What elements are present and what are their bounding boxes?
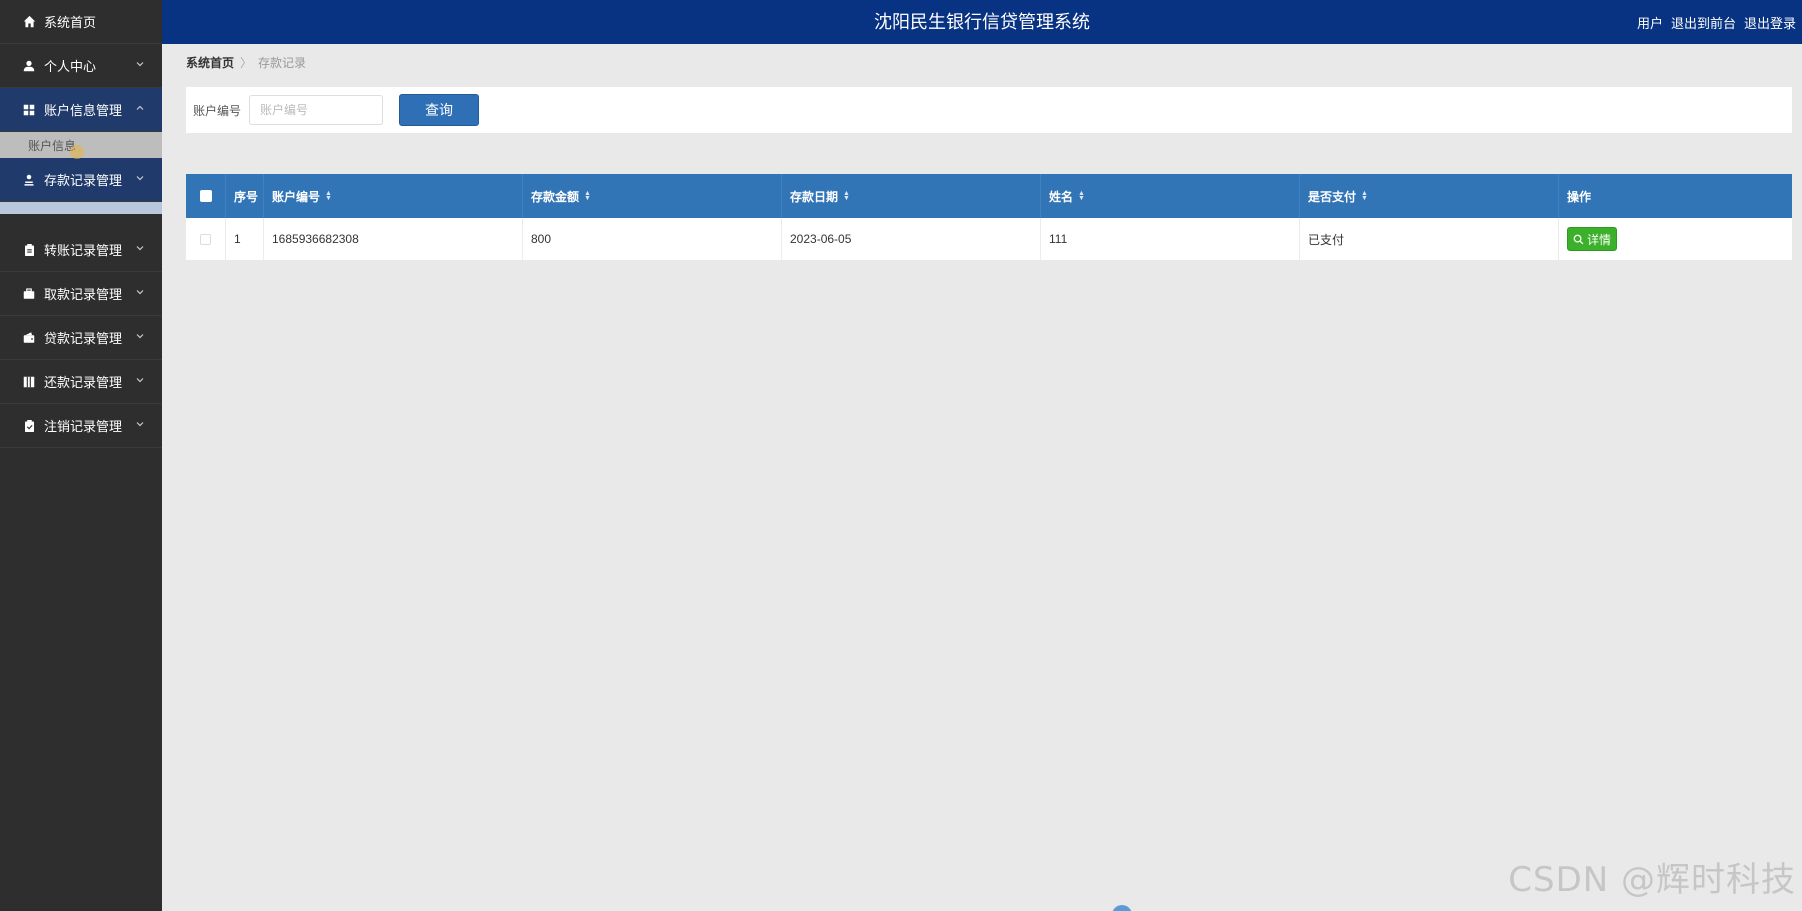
chevron-down-icon [136, 334, 144, 339]
sidebar-item-label: 账户信息管理 [44, 103, 123, 118]
clipboard-check-icon [22, 419, 36, 433]
sidebar-item-deposit-records[interactable]: 存款记录管理 [0, 158, 162, 202]
sidebar-item-label: 注销记录管理 [44, 419, 123, 434]
sidebar-item-label: 个人中心 [44, 59, 97, 74]
breadcrumb: 系统首页 〉 存款记录 [186, 54, 306, 71]
select-all-cell [186, 174, 226, 218]
column-header-amount[interactable]: 存款金额 ▲ ▼ [523, 174, 782, 218]
breadcrumb-home[interactable]: 系统首页 [186, 54, 234, 71]
sidebar-item-account-info[interactable]: 账户信息管理 [0, 88, 162, 132]
sidebar-item-cancellation-records[interactable]: 注销记录管理 [0, 404, 162, 448]
column-header-label: 是否支付 [1308, 189, 1357, 204]
chevron-down-icon [136, 422, 144, 427]
submenu-item-label: 账户信息 [28, 138, 77, 153]
query-button[interactable]: 查询 [399, 94, 480, 126]
cell-paid: 已支付 [1300, 218, 1559, 260]
detail-button[interactable]: 详情 [1567, 227, 1617, 251]
sidebar-item-transfer-records[interactable]: 转账记录管理 [0, 228, 162, 272]
breadcrumb-separator: 〉 [240, 56, 253, 70]
user-upload-icon [22, 173, 36, 187]
chevron-down-icon [136, 62, 144, 67]
sidebar-item-label: 存款记录管理 [44, 173, 123, 188]
scroll-indicator[interactable] [1112, 905, 1132, 911]
chevron-down-icon [136, 378, 144, 383]
mouse-cursor-indicator [70, 145, 84, 159]
deposit-records-table: 序号 账户编号 ▲ ▼ 存款金额 ▲ ▼ 存款日期 ▲ ▼ 姓名 ▲ ▼ 是否支付 ▲ ▼… [186, 174, 1792, 260]
user-icon [22, 59, 36, 73]
column-header-label: 账户编号 [272, 189, 321, 204]
sidebar-item-label: 转账记录管理 [44, 243, 123, 258]
table-header: 序号 账户编号 ▲ ▼ 存款金额 ▲ ▼ 存款日期 ▲ ▼ 姓名 ▲ ▼ 是否支付 ▲ ▼… [186, 174, 1792, 218]
column-header-label: 存款日期 [790, 189, 839, 204]
account-number-input[interactable] [249, 95, 384, 125]
chevron-down-icon [136, 290, 144, 295]
detail-button-label: 详情 [1586, 232, 1611, 247]
column-header-paid[interactable]: 是否支付 ▲ ▼ [1300, 174, 1559, 218]
column-header-account[interactable]: 账户编号 ▲ ▼ [264, 174, 523, 218]
clipboard-icon [22, 243, 36, 257]
chevron-up-icon [136, 105, 144, 110]
select-all-checkbox[interactable] [199, 190, 212, 202]
cell-index: 1 [226, 218, 264, 260]
header-links: 用户 退出到前台 退出登录 [1637, 0, 1802, 44]
submenu-collapsed-bar [0, 202, 162, 214]
sidebar-item-loan-records[interactable]: 贷款记录管理 [0, 316, 162, 360]
home-icon [22, 15, 36, 29]
cell-amount: 800 [523, 218, 782, 260]
search-panel: 账户编号 查询 [186, 87, 1792, 133]
breadcrumb-current: 存款记录 [258, 56, 307, 70]
wallet-icon [22, 331, 36, 345]
sort-icon[interactable]: ▲ ▼ [584, 190, 591, 202]
grid-icon [22, 103, 36, 117]
row-checkbox[interactable] [200, 233, 211, 245]
header-link-logout[interactable]: 退出登录 [1744, 13, 1796, 32]
column-header-label: 姓名 [1049, 189, 1074, 204]
sidebar-item-repayment-records[interactable]: 还款记录管理 [0, 360, 162, 404]
app-title: 沈阳民生银行信贷管理系统 [874, 12, 1090, 32]
column-header-date[interactable]: 存款日期 ▲ ▼ [782, 174, 1041, 218]
column-header-name[interactable]: 姓名 ▲ ▼ [1041, 174, 1300, 218]
book-icon [22, 375, 36, 389]
column-header-label: 存款金额 [531, 189, 580, 204]
sidebar: 系统首页 个人中心 账户信息管理 账户信息 存款记录管理 转账记录管理 取款记录… [0, 0, 162, 911]
chevron-down-icon [136, 246, 144, 251]
column-header-label: 序号 [234, 189, 259, 204]
header-link-exit-frontend[interactable]: 退出到前台 [1671, 13, 1736, 32]
header-link-user[interactable]: 用户 [1637, 13, 1663, 32]
sidebar-item-withdraw-records[interactable]: 取款记录管理 [0, 272, 162, 316]
cell-date: 2023-06-05 [782, 218, 1041, 260]
table-row: 1 1685936682308 800 2023-06-05 111 已支付 详… [186, 218, 1792, 260]
briefcase-icon [22, 287, 36, 301]
account-number-label: 账户编号 [193, 103, 242, 118]
top-header: 沈阳民生银行信贷管理系统 用户 退出到前台 退出登录 [162, 0, 1802, 44]
sort-icon[interactable]: ▲ ▼ [1361, 190, 1368, 202]
cell-account: 1685936682308 [264, 218, 523, 260]
sidebar-item-label: 系统首页 [44, 15, 97, 30]
sidebar-item-label: 取款记录管理 [44, 287, 123, 302]
sort-icon[interactable]: ▲ ▼ [1078, 190, 1085, 202]
row-select-cell [186, 218, 226, 260]
sort-icon[interactable]: ▲ ▼ [325, 190, 332, 202]
sidebar-item-home[interactable]: 系统首页 [0, 0, 162, 44]
sidebar-item-label: 还款记录管理 [44, 375, 123, 390]
column-header-actions: 操作 [1559, 174, 1792, 218]
sidebar-item-label: 贷款记录管理 [44, 331, 123, 346]
cell-actions: 详情 [1559, 218, 1792, 260]
column-header-index: 序号 [226, 174, 264, 218]
sidebar-item-personal-center[interactable]: 个人中心 [0, 44, 162, 88]
column-header-label: 操作 [1567, 189, 1592, 204]
chevron-down-icon [136, 176, 144, 181]
search-icon [1573, 234, 1584, 244]
cell-name: 111 [1041, 218, 1300, 260]
watermark: CSDN @辉时科技 [1508, 860, 1796, 900]
sort-icon[interactable]: ▲ ▼ [843, 190, 850, 202]
